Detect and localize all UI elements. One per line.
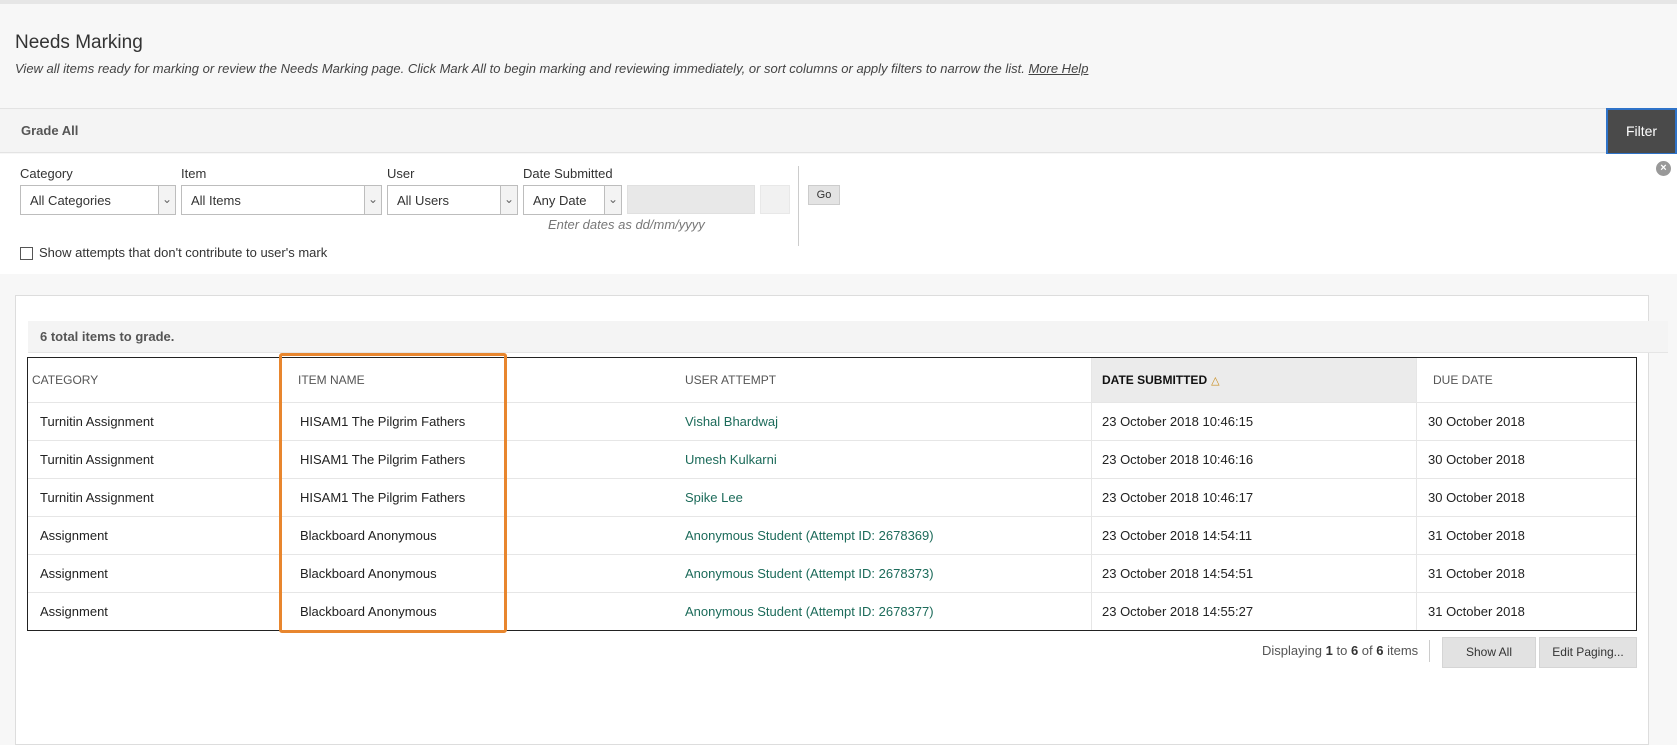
- paging-to-word: to: [1336, 643, 1348, 658]
- date-input[interactable]: [627, 185, 755, 214]
- filter-panel: Category All Categories ⌄ Item All Items…: [0, 154, 1677, 274]
- cell-category: Assignment: [40, 566, 108, 581]
- more-help-link[interactable]: More Help: [1028, 61, 1088, 76]
- cell-user-attempt-link[interactable]: Vishal Bhardwaj: [685, 403, 778, 441]
- show-attempts-label: Show attempts that don't contribute to u…: [39, 245, 328, 260]
- edit-paging-button[interactable]: Edit Paging...: [1539, 637, 1637, 668]
- table-row: Turnitin Assignment HISAM1 The Pilgrim F…: [28, 402, 1636, 440]
- paging-from: 1: [1325, 643, 1333, 658]
- cell-date-submitted: 23 October 2018 14:54:11: [1102, 528, 1253, 543]
- paging-prefix: Displaying: [1262, 643, 1322, 658]
- total-items-count: 6 total items to grade.: [40, 329, 175, 344]
- date-submitted-label: Date Submitted: [523, 166, 613, 181]
- date-format-hint: Enter dates as dd/mm/yyyy: [548, 217, 705, 232]
- cell-user-attempt-link[interactable]: Anonymous Student (Attempt ID: 2678377): [685, 593, 934, 631]
- column-header-category[interactable]: CATEGORY: [32, 358, 282, 402]
- chevron-down-icon: ⌄: [158, 186, 175, 214]
- item-select-value: All Items: [191, 193, 241, 208]
- cell-due-date: 30 October 2018: [1428, 490, 1525, 505]
- go-button[interactable]: Go: [808, 185, 840, 205]
- column-header-item-name[interactable]: ITEM NAME: [298, 358, 658, 402]
- paging-total: 6: [1376, 643, 1384, 658]
- paging-summary: Displaying 1 to 6 of 6 items: [1262, 643, 1418, 658]
- page-title: Needs Marking: [15, 32, 143, 53]
- divider: [798, 166, 799, 246]
- table-row: Turnitin Assignment HISAM1 The Pilgrim F…: [28, 478, 1636, 516]
- date-select-value: Any Date: [533, 193, 587, 208]
- column-header-due-date[interactable]: DUE DATE: [1422, 358, 1622, 402]
- page-description: View all items ready for marking or revi…: [15, 61, 1088, 76]
- cell-item-name: HISAM1 The Pilgrim Fathers: [300, 452, 466, 467]
- column-header-user-attempt[interactable]: USER ATTEMPT: [685, 358, 1065, 402]
- cell-date-submitted: 23 October 2018 10:46:15: [1102, 414, 1254, 429]
- user-select-value: All Users: [397, 193, 450, 208]
- cell-category: Turnitin Assignment: [40, 452, 154, 467]
- divider: [1429, 640, 1430, 662]
- cell-item-name: Blackboard Anonymous: [300, 566, 437, 581]
- count-bar: 6 total items to grade.: [28, 321, 1668, 353]
- date-submitted-header-label: DATE SUBMITTED: [1102, 373, 1208, 387]
- paging-of-word: of: [1361, 643, 1373, 658]
- cell-item-name: HISAM1 The Pilgrim Fathers: [300, 414, 466, 429]
- cell-user-attempt-link[interactable]: Spike Lee: [685, 479, 743, 517]
- category-select[interactable]: All Categories ⌄: [20, 185, 176, 215]
- cell-due-date: 31 October 2018: [1428, 604, 1525, 619]
- item-label: Item: [181, 166, 207, 181]
- column-header-date-submitted[interactable]: DATE SUBMITTED △: [1091, 358, 1416, 402]
- cell-due-date: 31 October 2018: [1428, 566, 1525, 581]
- paging-suffix: items: [1387, 643, 1419, 658]
- cell-category: Turnitin Assignment: [40, 490, 154, 505]
- cell-item-name: Blackboard Anonymous: [300, 528, 437, 543]
- cell-date-submitted: 23 October 2018 14:54:51: [1102, 566, 1254, 581]
- item-select[interactable]: All Items ⌄: [181, 185, 382, 215]
- cell-date-submitted: 23 October 2018 14:55:27: [1102, 604, 1254, 619]
- chevron-down-icon: ⌄: [500, 186, 517, 214]
- cell-item-name: HISAM1 The Pilgrim Fathers: [300, 490, 466, 505]
- paging-to: 6: [1350, 643, 1359, 658]
- cell-category: Assignment: [40, 604, 108, 619]
- grade-all-button[interactable]: Grade All: [21, 123, 78, 138]
- cell-category: Turnitin Assignment: [40, 414, 154, 429]
- table-row: Turnitin Assignment HISAM1 The Pilgrim F…: [28, 440, 1636, 478]
- show-attempts-checkbox[interactable]: [20, 247, 33, 260]
- cell-category: Assignment: [40, 528, 108, 543]
- date-picker-button[interactable]: [760, 185, 790, 214]
- sort-ascending-icon: △: [1211, 375, 1220, 387]
- table-row: Assignment Blackboard Anonymous Anonymou…: [28, 516, 1636, 554]
- user-select[interactable]: All Users ⌄: [387, 185, 518, 215]
- cell-due-date: 31 October 2018: [1428, 528, 1525, 543]
- cell-date-submitted: 23 October 2018 10:46:17: [1102, 490, 1254, 505]
- cell-item-name: Blackboard Anonymous: [300, 604, 437, 619]
- needs-marking-table: CATEGORY ITEM NAME USER ATTEMPT DATE SUB…: [27, 357, 1637, 631]
- cell-due-date: 30 October 2018: [1428, 414, 1525, 429]
- category-label: Category: [20, 166, 73, 181]
- category-select-value: All Categories: [30, 193, 111, 208]
- top-strip: [0, 0, 1677, 4]
- cell-date-submitted: 23 October 2018 10:46:16: [1102, 452, 1254, 467]
- cell-user-attempt-link[interactable]: Umesh Kulkarni: [685, 441, 777, 479]
- show-all-button[interactable]: Show All: [1442, 637, 1536, 668]
- user-label: User: [387, 166, 415, 181]
- chevron-down-icon: ⌄: [364, 186, 381, 214]
- close-icon[interactable]: ×: [1656, 161, 1671, 176]
- action-bar: Grade All Filter: [0, 108, 1677, 155]
- cell-due-date: 30 October 2018: [1428, 452, 1525, 467]
- cell-user-attempt-link[interactable]: Anonymous Student (Attempt ID: 2678369): [685, 517, 934, 555]
- table-row: Assignment Blackboard Anonymous Anonymou…: [28, 554, 1636, 592]
- filter-button[interactable]: Filter: [1606, 108, 1677, 155]
- cell-user-attempt-link[interactable]: Anonymous Student (Attempt ID: 2678373): [685, 555, 934, 593]
- grading-panel: 6 total items to grade. CATEGORY ITEM NA…: [15, 295, 1668, 745]
- table-row: Assignment Blackboard Anonymous Anonymou…: [28, 592, 1636, 630]
- date-select[interactable]: Any Date ⌄: [523, 185, 622, 215]
- page-description-text: View all items ready for marking or revi…: [15, 61, 1025, 76]
- chevron-down-icon: ⌄: [604, 186, 621, 214]
